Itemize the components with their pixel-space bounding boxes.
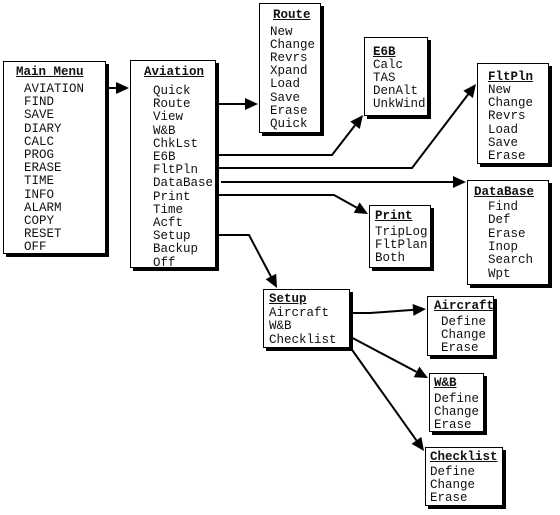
menu-item-checklist-change: Change: [430, 478, 476, 493]
menu-item-checklist-erase: Erase: [430, 491, 468, 506]
connector-line: [344, 339, 418, 441]
menu-item-main-alarm: ALARM: [24, 200, 62, 215]
menu-item-aviation-print: Print: [153, 189, 191, 204]
arrow-to-print: [198, 194, 368, 214]
menu-item-route-load: Load: [270, 77, 301, 92]
menu-item-fltpln-save: Save: [488, 135, 519, 150]
menu-item-fltpln-change: Change: [488, 96, 534, 111]
menu-item-aviation-setup: Setup: [153, 229, 191, 244]
menu-item-route-quick: Quick: [270, 116, 308, 131]
menu-item-fltpln-erase: Erase: [488, 149, 526, 163]
menu-item-e6b-calc: Calc: [373, 58, 404, 72]
menu-item-aviation-backup: Backup: [153, 242, 199, 257]
menu-item-main-erase: ERASE: [24, 161, 62, 176]
menu-box-setup: Setup Aircraft W&B Checklist: [263, 289, 350, 348]
menu-item-main-aviation: AVIATION: [24, 82, 85, 96]
menu-title-route: Route: [273, 8, 311, 22]
menu-item-fltpln-revrs: Revrs: [488, 109, 526, 124]
arrowhead-icon: [116, 82, 129, 94]
menu-item-route-new: New: [270, 25, 293, 39]
menu-item-main-copy: COPY: [24, 214, 55, 228]
menu-item-aircraft-define: Define: [441, 315, 487, 329]
menu-item-setup-wandb: W&B: [269, 319, 292, 334]
menu-item-route-xpand: Xpand: [270, 64, 308, 79]
menu-title-main: Main Menu: [16, 65, 84, 79]
menu-item-aviation-chklst: ChkLst: [153, 136, 199, 151]
menu-item-main-time: TIME: [24, 174, 55, 189]
menu-item-fltpln-new: New: [488, 83, 511, 97]
menu-item-e6b-tas: TAS: [373, 71, 396, 86]
menu-item-main-off: OFF: [24, 240, 47, 255]
menu-box-aircraft: Aircraft Define Change Erase: [427, 296, 494, 356]
menu-item-database-erase: Erase: [488, 226, 526, 241]
menu-item-wb-define: Define: [434, 392, 480, 406]
menu-title-aircraft: Aircraft: [434, 299, 495, 313]
menu-item-aircraft-change: Change: [441, 328, 487, 343]
arrowhead-icon: [411, 436, 424, 451]
menu-item-aviation-time: Time: [153, 202, 184, 217]
menu-item-route-change: Change: [270, 38, 316, 53]
menu-tree-diagram: Main Menu AVIATION FIND SAVE DIARY CALC PROG ER…: [0, 0, 560, 515]
connector-line: [198, 194, 358, 209]
menu-item-print-both: Both: [375, 250, 406, 265]
menu-item-aviation-route: Route: [153, 97, 191, 112]
arrowhead-icon: [463, 84, 476, 98]
menu-item-print-fltplan: FltPlan: [375, 237, 428, 252]
menu-item-main-reset: RESET: [24, 227, 62, 242]
menu-box-print: Print TripLog FltPlan Both: [369, 205, 431, 268]
menu-box-fltpln: FltPln New Change Revrs Load Save Erase: [477, 63, 549, 164]
menu-item-aviation-off: Off: [153, 255, 176, 270]
menu-item-database-inop: Inop: [488, 239, 519, 254]
menu-item-fltpln-load: Load: [488, 122, 519, 137]
menu-item-main-info: INFO: [24, 187, 55, 202]
menu-title-checklist: Checklist: [430, 450, 498, 464]
arrow-to-database: [221, 176, 466, 188]
arrowhead-icon: [412, 303, 426, 316]
menu-item-aviation-database: DataBase: [153, 176, 214, 191]
menu-item-route-erase: Erase: [270, 103, 308, 118]
menu-item-database-def: Def: [488, 213, 511, 228]
menu-item-main-prog: PROG: [24, 148, 55, 162]
menu-title-print: Print: [375, 209, 413, 223]
menu-title-wb: W&B: [434, 376, 457, 390]
menu-title-setup: Setup: [269, 292, 307, 306]
menu-item-database-wpt: Wpt: [488, 266, 511, 281]
arrowhead-icon: [350, 115, 363, 129]
menu-item-aviation-wandb: W&B: [153, 123, 176, 138]
arrowhead-icon: [245, 98, 258, 110]
menu-item-main-diary: DIARY: [24, 121, 62, 136]
menu-title-aviation: Aviation: [144, 65, 205, 79]
menu-item-setup-aircraft: Aircraft: [269, 306, 330, 320]
menu-item-aviation-quick: Quick: [153, 84, 191, 98]
menu-item-aviation-fltpln: FltPln: [153, 163, 199, 178]
arrowhead-icon: [453, 176, 466, 188]
menu-box-main: Main Menu AVIATION FIND SAVE DIARY CALC PROG ER…: [3, 61, 106, 254]
menu-item-e6b-unkwind: UnkWind: [373, 97, 426, 112]
menu-item-aviation-view: View: [153, 110, 184, 125]
menu-box-database: DataBase Find Def Erase Inop Search Wpt: [467, 180, 549, 285]
menu-box-route: Route New Change Revrs Xpand Load Save Erase Qui…: [259, 3, 321, 133]
menu-box-aviation: Aviation Quick Route View W&B ChkLst E6B FltPln…: [130, 60, 216, 270]
menu-item-wb-change: Change: [434, 405, 480, 420]
menu-item-aircraft-erase: Erase: [441, 341, 479, 356]
menu-item-main-save: SAVE: [24, 108, 55, 123]
menu-item-database-search: Search: [488, 253, 534, 268]
menu-item-aviation-e6b: E6B: [153, 150, 176, 164]
menu-item-database-find: Find: [488, 200, 519, 214]
menu-title-database: DataBase: [474, 185, 535, 199]
menu-item-main-find: FIND: [24, 95, 55, 110]
menu-box-e6b: E6B Calc TAS DenAlt UnkWind: [364, 37, 428, 116]
menu-item-aviation-acft: Acft: [153, 216, 184, 230]
menu-box-wb: W&B Define Change Erase: [429, 373, 484, 432]
menu-item-e6b-denalt: DenAlt: [373, 84, 419, 99]
menu-item-wb-erase: Erase: [434, 418, 472, 433]
menu-box-checklist: Checklist Define Change Erase: [425, 447, 503, 506]
menu-item-setup-checklist: Checklist: [269, 332, 337, 347]
menu-item-route-save: Save: [270, 90, 301, 105]
menu-item-route-revrs: Revrs: [270, 51, 308, 66]
menu-item-checklist-define: Define: [430, 465, 476, 479]
menu-item-main-calc: CALC: [24, 134, 55, 149]
arrow-to-checklist: [344, 339, 424, 451]
